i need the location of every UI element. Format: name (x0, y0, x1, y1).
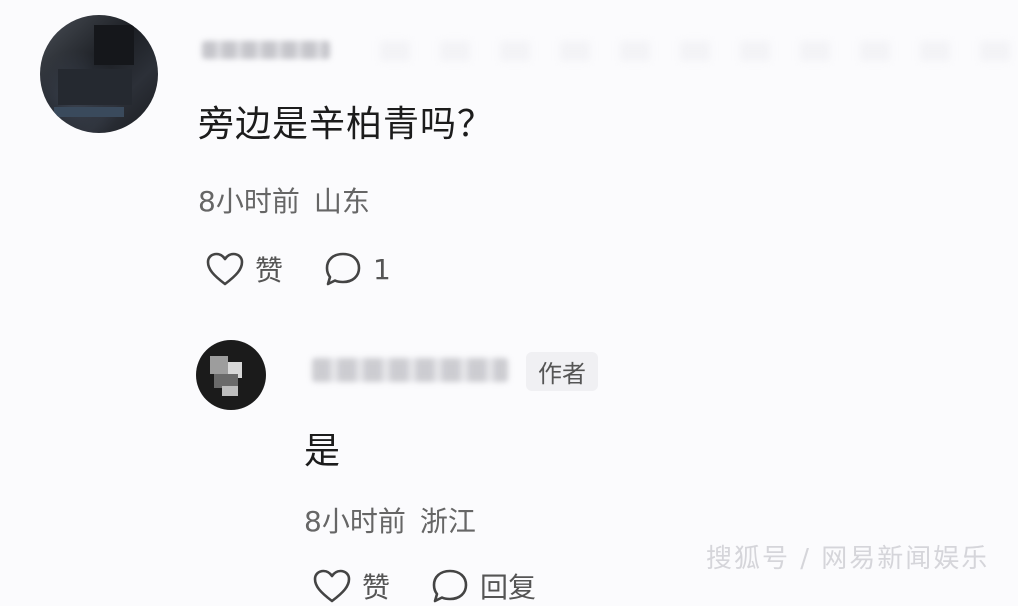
comment-meta: 8小时前 山东 (198, 180, 370, 220)
reply-meta: 8小时前 浙江 (304, 500, 476, 540)
comment-text: 旁边是辛柏青吗？ (198, 104, 495, 145)
comment-time: 8小时前 (198, 185, 300, 218)
comment-bubble-icon (430, 567, 470, 605)
reply-button[interactable]: 1 (323, 250, 391, 288)
like-button[interactable]: 赞 (312, 566, 390, 606)
reply-text: 是 (304, 431, 341, 472)
heart-icon (312, 568, 352, 604)
avatar[interactable] (40, 15, 158, 133)
like-button[interactable]: 赞 (205, 249, 283, 289)
faded-background-row (380, 41, 1018, 61)
username-blurred[interactable] (312, 358, 508, 382)
reply-count: 1 (373, 252, 391, 286)
reply-button[interactable]: 回复 (430, 566, 536, 606)
avatar[interactable] (196, 340, 266, 410)
author-badge: 作者 (526, 352, 598, 391)
heart-icon (205, 251, 245, 287)
comment-location: 山东 (313, 185, 370, 218)
comment-actions: 赞 1 (205, 249, 391, 289)
reply-time: 8小时前 (304, 505, 406, 538)
reply-label: 回复 (480, 571, 537, 604)
watermark: 搜狐号 / 网易新闻娱乐 (706, 544, 990, 574)
reply-location: 浙江 (419, 505, 476, 538)
like-label: 赞 (362, 571, 391, 604)
username-blurred[interactable] (202, 41, 330, 59)
reply-actions: 赞 回复 (312, 566, 536, 606)
like-label: 赞 (255, 254, 284, 287)
comment-bubble-icon (323, 250, 363, 288)
